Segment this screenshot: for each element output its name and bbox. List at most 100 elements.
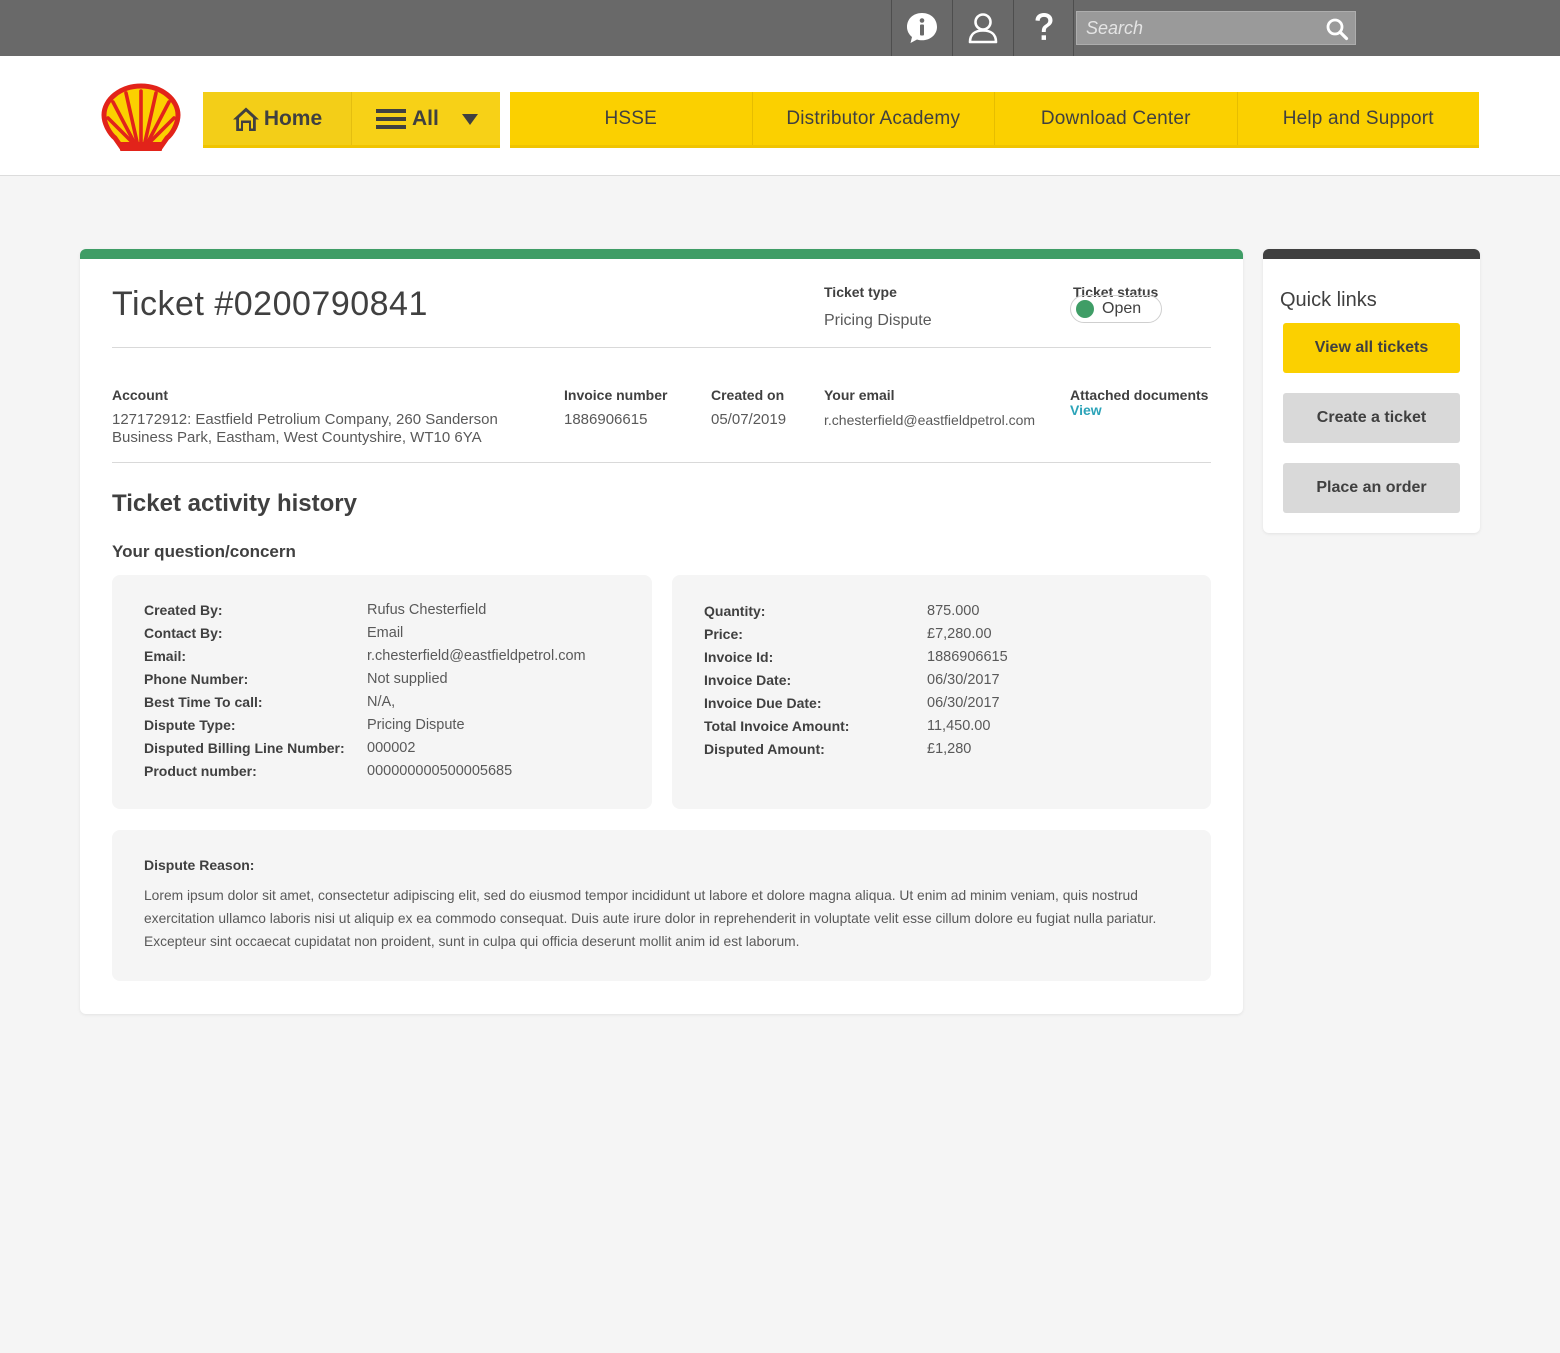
quick-links-card: Quick links View all tickets Create a ti… [1263,249,1480,533]
invoice-value: 06/30/2017 [927,672,1000,688]
detail-row: Disputed Billing Line Number: 000002 [144,740,415,763]
view-documents-link[interactable]: View [1070,402,1102,418]
detail-row: Contact By: Email [144,625,403,648]
nav-item-distributor-academy[interactable]: Distributor Academy [751,92,995,145]
create-ticket-button[interactable]: Create a ticket [1283,393,1460,443]
detail-value: Email [367,625,404,641]
search-input[interactable] [1077,12,1317,44]
nav-sections: HSSE Distributor Academy Download Center… [510,92,1479,148]
invoice-row: Quantity: 875.000 [704,603,979,626]
invoice-key: Invoice Id: [704,649,774,665]
detail-row: Created By: Rufus Chesterfield [144,602,486,625]
detail-row: Dispute Type: Pricing Dispute [144,717,465,740]
invoice-value: 875.000 [927,603,980,619]
attached-documents-label: Attached documents [1070,387,1209,403]
detail-key: Product number: [144,763,257,779]
chevron-down-icon [462,114,478,125]
nav-home-label: Home [263,106,323,130]
quick-links-title: Quick links [1280,289,1377,311]
nav-item-download-center[interactable]: Download Center [994,92,1237,145]
detail-key: Best Time To call: [144,694,263,710]
place-order-button[interactable]: Place an order [1283,463,1460,513]
invoice-row: Total Invoice Amount: 11,450.00 [704,718,990,741]
invoice-key: Invoice Due Date: [704,695,822,711]
invoice-key: Total Invoice Amount: [704,718,850,734]
detail-key: Created By: [144,602,223,618]
user-icon [968,13,998,44]
invoice-details-panel: Quantity: 875.000 Price: £7,280.00 Invoice… [672,575,1211,809]
detail-key: Dispute Type: [144,717,236,733]
search-icon [1326,18,1349,41]
ticket-type-value: Pricing Dispute [824,312,932,329]
help-icon [1035,13,1052,40]
nav-all-dropdown[interactable]: All [351,92,500,145]
invoice-value: £7,280.00 [927,626,992,642]
search-button[interactable] [1323,15,1351,43]
nav-all-label: All [412,106,439,130]
info-button[interactable] [891,0,952,56]
status-badge: Open [1070,295,1162,323]
shell-logo[interactable] [101,82,181,156]
detail-row: Product number: 000000000500005685 [144,763,512,786]
invoice-value: 06/30/2017 [927,695,1000,711]
created-on-label: Created on [711,387,785,403]
created-on-value: 05/07/2019 [711,411,787,428]
detail-value: r.chesterfield@eastfieldpetrol.com [367,648,586,664]
account-label: Account [112,387,168,403]
invoice-value: £1,280 [927,741,972,757]
search-box [1076,11,1356,45]
invoice-key: Invoice Date: [704,672,792,688]
account-value: 127172912: Eastfield Petrolium Company, … [112,411,498,446]
requester-details-panel: Created By: Rufus Chesterfield Contact By… [112,575,652,809]
invoice-number-label: Invoice number [564,387,668,403]
detail-key: Disputed Billing Line Number: [144,740,345,756]
detail-value: Rufus Chesterfield [367,602,487,618]
your-email-value: r.chesterfield@eastfieldpetrol.com [824,412,1036,428]
nav-item-hsse[interactable]: HSSE [510,92,752,145]
menu-icon [376,108,406,129]
invoice-row: Invoice Due Date: 06/30/2017 [704,695,1000,718]
invoice-value: 11,450.00 [927,718,991,734]
view-all-tickets-button[interactable]: View all tickets [1283,323,1460,373]
invoice-key: Disputed Amount: [704,741,825,757]
invoice-key: Quantity: [704,603,766,619]
ticket-card: Ticket #0200790841 Ticket type Pricing D… [80,249,1243,1014]
account-button[interactable] [952,0,1013,56]
invoice-number-value: 1886906615 [564,411,648,428]
detail-value: N/A, [367,694,396,710]
site-header: Home All HSSE Distributor Academy Downlo… [0,56,1560,176]
invoice-row: Disputed Amount: £1,280 [704,741,971,764]
divider [112,462,1211,463]
your-email-label: Your email [824,387,895,403]
invoice-key: Price: [704,626,743,642]
nav-home[interactable]: Home [203,92,351,145]
detail-key: Phone Number: [144,671,249,687]
help-button[interactable] [1013,0,1074,56]
status-value: Open [1102,300,1142,317]
detail-key: Contact By: [144,625,223,641]
nav-primary: Home All [203,92,500,148]
invoice-row: Price: £7,280.00 [704,626,992,649]
detail-value: Pricing Dispute [367,717,465,733]
activity-history-heading: Ticket activity history [112,490,357,517]
detail-key: Email: [144,648,187,664]
invoice-row: Invoice Id: 1886906615 [704,649,1008,672]
status-dot-icon [1076,300,1094,318]
dispute-reason-panel: Dispute Reason: Lorem ipsum dolor sit am… [112,830,1211,981]
detail-value: Not supplied [367,671,448,687]
nav-item-help-and-support[interactable]: Help and Support [1236,92,1480,145]
utility-bar [0,0,1560,56]
page-title: Ticket #0200790841 [112,285,428,323]
detail-value: 000000000500005685 [367,763,513,779]
question-concern-heading: Your question/concern [112,542,296,561]
divider [112,347,1211,348]
invoice-row: Invoice Date: 06/30/2017 [704,672,1000,695]
detail-row: Email: r.chesterfield@eastfieldpetrol.com [144,648,586,671]
dispute-reason-label: Dispute Reason: [144,857,255,873]
detail-value: 000002 [367,740,416,756]
info-icon [907,13,937,43]
ticket-type-label: Ticket type [824,284,897,300]
home-icon [232,107,259,131]
detail-row: Best Time To call: N/A, [144,694,395,717]
invoice-value: 1886906615 [927,649,1008,665]
